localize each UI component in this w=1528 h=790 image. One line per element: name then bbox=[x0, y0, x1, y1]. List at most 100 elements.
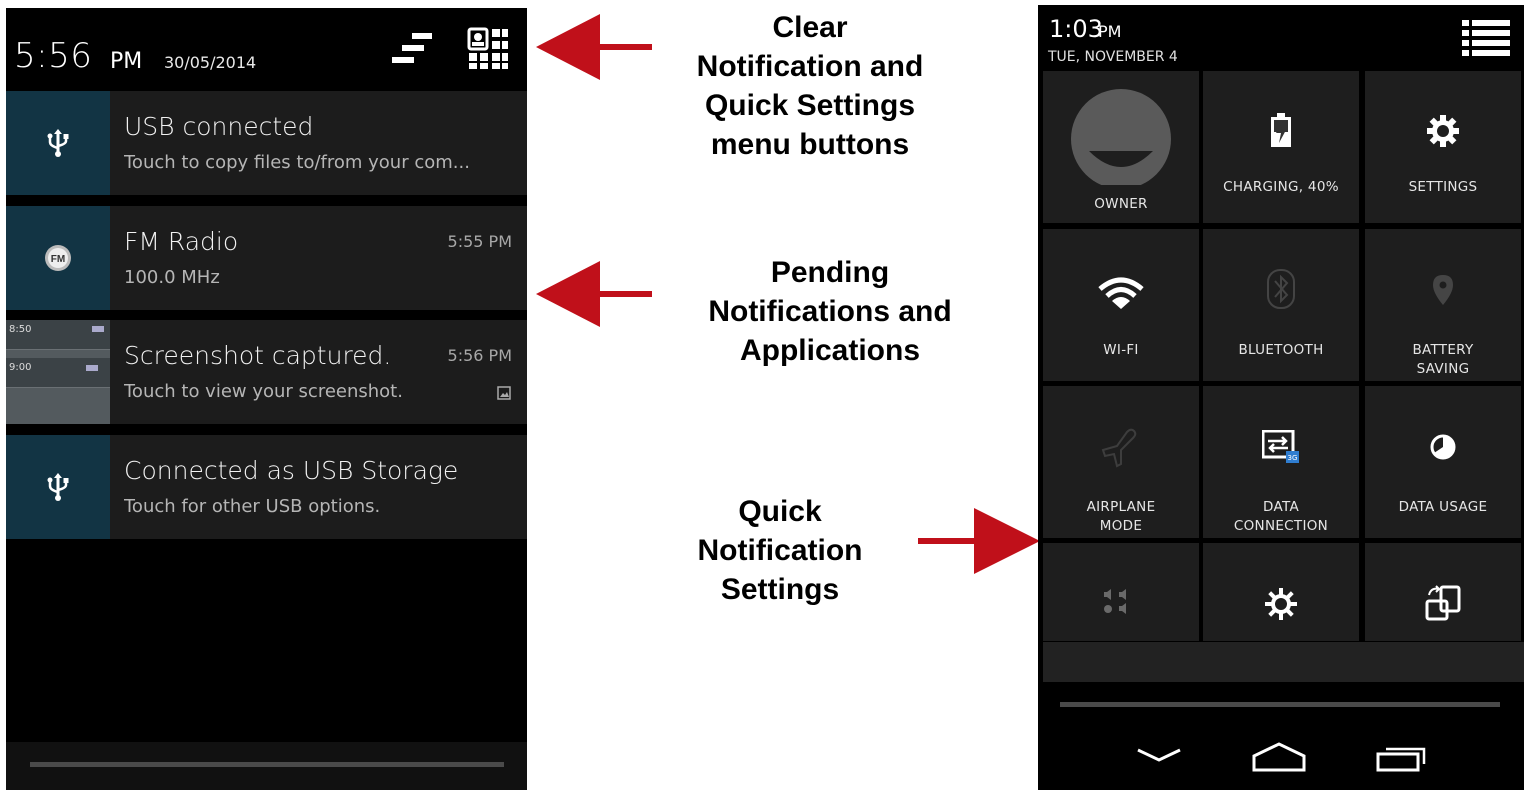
qs-clock-time: 1:03 bbox=[1049, 15, 1103, 43]
quick-settings-icon bbox=[467, 27, 508, 69]
qs-tile-label: CHARGING, 40% bbox=[1223, 179, 1339, 195]
notification-subtitle: Touch to view your screenshot. bbox=[124, 381, 403, 402]
qs-tile-settings[interactable]: SETTINGS bbox=[1365, 71, 1521, 223]
auto-rotate-icon bbox=[1425, 585, 1461, 621]
qs-date: TUE, NOVEMBER 4 bbox=[1048, 49, 1178, 65]
quick-settings-panel: 1:03 PM TUE, NOVEMBER 4 OWNER CHARGING, … bbox=[1038, 5, 1524, 790]
qs-tile-label: DATA USAGE bbox=[1398, 499, 1488, 515]
callout-line: Pending bbox=[770, 256, 890, 289]
qs-tile-label: AIRPLANE bbox=[1086, 499, 1156, 515]
quick-settings-button[interactable] bbox=[466, 27, 510, 71]
home-button[interactable] bbox=[1250, 742, 1308, 777]
qs-tile-label: WI-FI bbox=[1103, 342, 1139, 358]
qs-tile-wifi[interactable]: WI-FI bbox=[1043, 229, 1199, 381]
qs-tile-data-usage[interactable]: DATA USAGE bbox=[1365, 386, 1521, 538]
screenshot-thumbnail: 8:50 9:00 bbox=[6, 320, 110, 424]
home-icon bbox=[1252, 742, 1306, 772]
notification-time: 5:55 PM bbox=[447, 232, 512, 251]
qs-tile-data-connection[interactable]: 3G DATA CONNECTION bbox=[1203, 386, 1359, 538]
callout-line: Settings bbox=[720, 573, 840, 606]
usb-icon bbox=[47, 129, 69, 157]
callout-pending-notifications: Pending Notifications and Applications bbox=[680, 253, 980, 370]
wifi-icon bbox=[1098, 277, 1144, 309]
clock-time: 5:56 bbox=[14, 36, 93, 76]
location-pin-icon bbox=[1433, 275, 1453, 305]
qs-tile-label: OWNER bbox=[1094, 196, 1148, 212]
svg-text:FM: FM bbox=[51, 254, 65, 265]
owner-avatar-icon bbox=[1061, 89, 1181, 193]
qs-tile-auto-rotate[interactable] bbox=[1365, 543, 1521, 641]
callout-line: Clear bbox=[772, 11, 848, 44]
qs-tile-label: SAVING bbox=[1416, 361, 1470, 377]
notification-icon-box: FM bbox=[6, 206, 110, 310]
thumb-text: 9:00 bbox=[9, 362, 32, 373]
notification-fm-radio[interactable]: FM FM Radio 5:55 PM 100.0 MHz bbox=[6, 206, 527, 310]
clock-ampm: PM bbox=[110, 49, 143, 74]
notification-usb-connected[interactable]: USB connected Touch to copy files to/fro… bbox=[6, 91, 527, 195]
notification-screenshot[interactable]: 8:50 9:00 Screenshot captured. 5:56 PM T… bbox=[6, 320, 527, 424]
arrow-right-icon bbox=[918, 508, 1040, 574]
notifications-toggle-button[interactable] bbox=[1462, 19, 1510, 62]
image-icon bbox=[497, 386, 511, 400]
notification-shade: 5:56 PM 30/05/2014 USB connected Touch t… bbox=[6, 8, 527, 790]
qs-tile-label: MODE bbox=[1099, 518, 1143, 534]
notification-icon-box bbox=[6, 435, 110, 539]
callout-clear-buttons: Clear Notification and Quick Settings me… bbox=[660, 8, 960, 164]
qs-tile-label: SETTINGS bbox=[1408, 179, 1478, 195]
notification-title: Connected as USB Storage bbox=[124, 456, 459, 485]
qs-tile-label: BATTERY bbox=[1412, 342, 1474, 358]
qs-drag-handle[interactable] bbox=[1060, 702, 1500, 707]
qs-clock-ampm: PM bbox=[1098, 22, 1122, 41]
arrow-left-icon bbox=[536, 261, 652, 327]
notification-subtitle: 100.0 MHz bbox=[124, 267, 220, 288]
callout-line: Notifications and bbox=[708, 295, 952, 328]
callout-line: Quick Settings bbox=[704, 89, 916, 122]
qs-tile-bluetooth[interactable]: BLUETOOTH bbox=[1203, 229, 1359, 381]
battery-charging-icon bbox=[1271, 113, 1291, 147]
thumb-text: 8:50 bbox=[9, 324, 32, 335]
svg-text:3G: 3G bbox=[1288, 454, 1298, 462]
back-button[interactable] bbox=[1134, 742, 1184, 777]
data-connection-icon: 3G bbox=[1262, 430, 1299, 463]
notification-title: Screenshot captured. bbox=[124, 341, 392, 370]
arrow-left-icon bbox=[536, 14, 652, 80]
bluetooth-icon bbox=[1267, 269, 1295, 309]
qs-tile-battery[interactable]: CHARGING, 40% bbox=[1203, 71, 1359, 223]
navigation-bar bbox=[1038, 722, 1524, 790]
shade-drag-handle[interactable] bbox=[30, 762, 504, 767]
callout-line: Quick bbox=[738, 495, 822, 528]
sound-profile-icon bbox=[1104, 589, 1126, 614]
shade-header: 5:56 PM 30/05/2014 bbox=[6, 8, 527, 91]
qs-tile-label: CONNECTION bbox=[1233, 518, 1329, 534]
qs-tile-label: DATA bbox=[1263, 499, 1299, 515]
notification-time: 5:56 PM bbox=[447, 346, 512, 365]
clock-date: 30/05/2014 bbox=[164, 53, 257, 72]
qs-tile-battery-saving[interactable]: BATTERY SAVING bbox=[1365, 229, 1521, 381]
notification-icon-box bbox=[6, 91, 110, 195]
clear-notifications-button[interactable] bbox=[390, 27, 434, 71]
qs-tile-brightness[interactable] bbox=[1203, 543, 1359, 641]
notification-subtitle: Touch to copy files to/from your com... bbox=[124, 152, 470, 173]
qs-tile-label: BLUETOOTH bbox=[1238, 342, 1324, 358]
callout-line: menu buttons bbox=[710, 128, 910, 161]
settings-gear-icon bbox=[1427, 115, 1459, 147]
usb-icon bbox=[47, 473, 69, 501]
notification-usb-storage[interactable]: Connected as USB Storage Touch for other… bbox=[6, 435, 527, 539]
callout-line: Applications bbox=[739, 334, 920, 367]
qs-tile-sound-profile[interactable] bbox=[1043, 543, 1199, 641]
notification-title: USB connected bbox=[124, 112, 314, 141]
recent-apps-icon bbox=[1376, 747, 1426, 772]
callout-line: Notification bbox=[697, 534, 863, 567]
notification-title: FM Radio bbox=[124, 227, 239, 256]
clear-all-icon bbox=[392, 33, 432, 63]
airplane-icon bbox=[1101, 428, 1137, 468]
callout-quick-settings: Quick Notification Settings bbox=[630, 492, 930, 609]
recent-apps-button[interactable] bbox=[1374, 742, 1428, 777]
fm-radio-icon: FM bbox=[45, 245, 71, 271]
notification-subtitle: Touch for other USB options. bbox=[124, 496, 381, 517]
qs-tile-airplane[interactable]: AIRPLANE MODE bbox=[1043, 386, 1199, 538]
qs-tile-owner[interactable]: OWNER bbox=[1043, 71, 1199, 223]
notification-list-icon bbox=[1462, 20, 1510, 56]
brightness-icon bbox=[1265, 588, 1297, 620]
data-usage-icon bbox=[1430, 434, 1456, 460]
